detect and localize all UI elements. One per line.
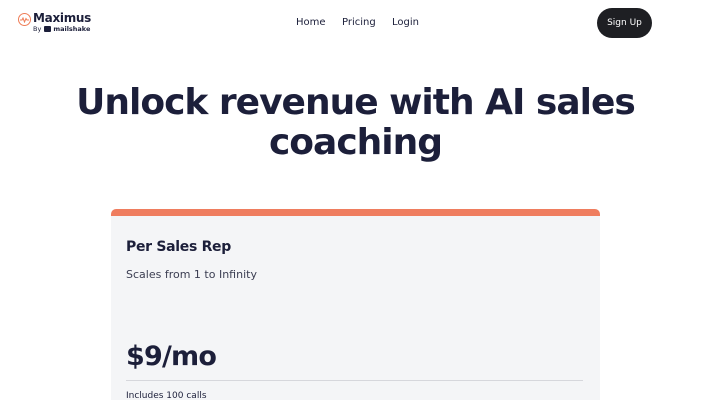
plan-feature: Includes 100 calls xyxy=(126,391,207,400)
plan-title: Per Sales Rep xyxy=(126,239,231,255)
maximus-logo-icon xyxy=(18,13,31,26)
logo-byline: By mailshake xyxy=(33,26,91,33)
logo-by-text: By xyxy=(33,25,42,33)
sign-up-button[interactable]: Sign Up xyxy=(597,8,652,38)
hero-title: Unlock revenue with AI sales coaching xyxy=(76,82,636,163)
mailshake-icon xyxy=(44,26,52,33)
nav-login-link[interactable]: Login xyxy=(392,17,419,28)
divider xyxy=(126,380,583,381)
plan-subtitle: Scales from 1 to Infinity xyxy=(126,268,257,281)
logo-name: Maximus xyxy=(33,11,91,25)
nav-home-link[interactable]: Home xyxy=(296,17,326,28)
logo-partner-name: mailshake xyxy=(53,25,91,33)
plan-price: $9/mo xyxy=(126,341,217,372)
pricing-card: Per Sales Rep Scales from 1 to Infinity … xyxy=(111,209,600,400)
page: Maximus By mailshake Home Pricing Login … xyxy=(0,0,711,400)
logo[interactable]: Maximus By mailshake xyxy=(18,12,91,33)
nav-pricing-link[interactable]: Pricing xyxy=(342,17,376,28)
